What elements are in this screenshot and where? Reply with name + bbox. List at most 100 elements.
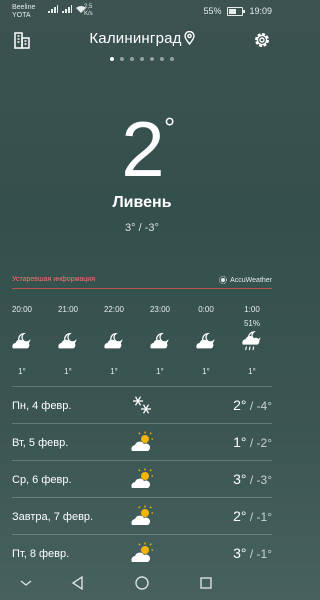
daily-row[interactable]: Ср, 6 февр. 3° / -3° <box>12 460 272 497</box>
speed-unit: K/s <box>84 11 93 17</box>
day-separator: / <box>246 547 257 561</box>
location-pin-icon <box>183 31 195 45</box>
carrier-info: Beeline YOTA <box>12 4 35 20</box>
day-name: Пн, 4 февр. <box>12 400 72 412</box>
home-circle-icon[interactable] <box>134 575 150 591</box>
partly-cloudy-icon <box>130 430 154 454</box>
hourly-item: 0:00 1° <box>186 305 226 375</box>
today-low: -3° <box>144 222 159 234</box>
page-dot[interactable] <box>130 57 134 61</box>
day-high: 3° <box>233 471 247 487</box>
current-condition: Ливень <box>112 194 172 211</box>
city-name: Калининград <box>89 30 182 47</box>
day-temp-range: 3° / -1° <box>233 545 272 561</box>
notice-row: Устаревшая информация AccuWeather <box>12 276 272 288</box>
signal-icons <box>48 5 86 13</box>
hour-precip <box>186 319 226 329</box>
snow-icon <box>130 393 154 417</box>
night-cloudy-icon <box>48 329 88 353</box>
accuweather-sun-icon <box>219 276 228 284</box>
page-dot[interactable] <box>170 57 174 61</box>
hourly-item: 2:00 5 <box>278 305 284 367</box>
partly-cloudy-icon <box>130 467 154 491</box>
day-temp-range: 3° / -3° <box>233 471 272 487</box>
day-low: -3° <box>256 473 272 487</box>
day-low: -4° <box>256 399 272 413</box>
hour-time: 0:00 <box>198 305 214 314</box>
hourly-item: 20:00 1° <box>2 305 42 375</box>
hourly-item: 21:00 1° <box>48 305 88 375</box>
daily-forecast: Пн, 4 февр. 2° / -4° Вт, 5 февр. 1° / -2° Ср… <box>12 386 272 571</box>
hour-temp: 1° <box>202 367 210 375</box>
day-temp-range: 2° / -1° <box>233 508 272 524</box>
provider-link[interactable]: AccuWeather <box>219 276 272 284</box>
hour-temp: 1° <box>156 367 164 375</box>
hour-precip: 51% <box>243 319 260 328</box>
back-triangle-icon[interactable] <box>70 575 86 591</box>
hour-precip <box>48 319 88 329</box>
battery-percent: 55% <box>203 6 222 16</box>
page-dot[interactable] <box>160 57 164 61</box>
hour-precip: 5 <box>278 319 284 329</box>
chevron-down-icon[interactable] <box>18 575 34 591</box>
night-rain-icon <box>232 329 272 353</box>
network-speed: 2,5 K/s <box>84 4 93 18</box>
night-cloudy-icon <box>186 329 226 353</box>
hour-time: 1:00 <box>244 305 260 314</box>
day-high: 2° <box>233 508 247 524</box>
hour-time: 22:00 <box>103 305 125 314</box>
battery-icon <box>227 6 246 16</box>
day-temp-range: 2° / -4° <box>233 397 272 413</box>
day-separator: / <box>246 436 257 450</box>
current-temperature: 2 <box>121 105 164 193</box>
signal-icon <box>48 5 58 13</box>
city-title[interactable]: Калининград <box>0 30 284 47</box>
hour-time: 23:00 <box>149 305 171 314</box>
navigation-bar <box>0 566 284 600</box>
day-name: Ср, 6 февр. <box>12 474 72 486</box>
day-separator: / <box>246 399 257 413</box>
range-separator: / <box>135 222 145 234</box>
daily-row[interactable]: Пн, 4 февр. 2° / -4° <box>12 386 272 423</box>
page-dot[interactable] <box>120 57 124 61</box>
day-separator: / <box>246 510 257 524</box>
top-bar: Калининград <box>0 28 284 52</box>
night-cloudy-icon <box>94 329 134 353</box>
day-temp-range: 1° / -2° <box>233 434 272 450</box>
speed-value: 2,5 <box>84 4 93 10</box>
signal-icon-2 <box>62 5 72 13</box>
day-high: 1° <box>233 434 247 450</box>
day-name: Завтра, 7 февр. <box>12 511 94 523</box>
hour-temp: 1° <box>64 367 72 375</box>
page-dot[interactable] <box>150 57 154 61</box>
hour-temp: 1° <box>248 367 256 375</box>
hourly-item: 23:00 1° <box>140 305 180 375</box>
day-low: -1° <box>256 510 272 524</box>
hour-precip <box>2 319 42 329</box>
outdated-notice: Устаревшая информация <box>12 276 95 283</box>
night-cloudy-icon <box>2 329 42 353</box>
page-indicator[interactable] <box>0 57 284 61</box>
day-name: Вт, 5 февр. <box>12 437 69 449</box>
clock: 19:09 <box>249 6 272 16</box>
status-bar: Beeline YOTA 2,5 K/s 55% 19:09 <box>0 0 284 24</box>
hour-time: 20:00 <box>11 305 33 314</box>
night-cloudy-icon <box>278 329 284 353</box>
gear-icon <box>255 33 269 47</box>
settings-button[interactable] <box>252 30 272 50</box>
partly-cloudy-icon <box>130 541 154 565</box>
daily-row[interactable]: Вт, 5 февр. 1° / -2° <box>12 423 272 460</box>
hourly-item: 1:00 51% 1° <box>232 305 272 375</box>
carrier-name-2: YOTA <box>12 12 31 19</box>
day-low: -1° <box>256 547 272 561</box>
page-dot[interactable] <box>140 57 144 61</box>
page-dot[interactable] <box>110 57 114 61</box>
night-cloudy-icon <box>140 329 180 353</box>
day-high: 3° <box>233 545 247 561</box>
hour-precip <box>94 319 134 329</box>
day-separator: / <box>246 473 257 487</box>
hour-time: 21:00 <box>57 305 79 314</box>
recents-square-icon[interactable] <box>198 575 214 591</box>
daily-row[interactable]: Завтра, 7 февр. 2° / -1° <box>12 497 272 534</box>
hourly-forecast[interactable]: 20:00 1° 21:00 1° 22:00 1° 23:00 1° 0:00 1° 1:00 51… <box>0 305 284 375</box>
